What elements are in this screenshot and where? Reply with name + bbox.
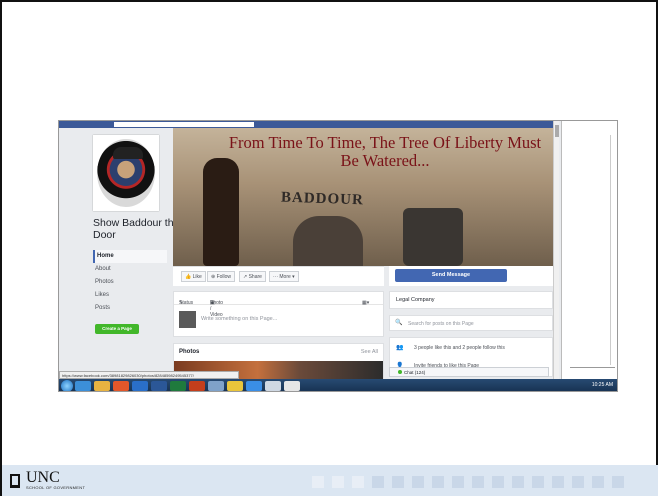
unc-subtitle: SCHOOL OF GOVERNMENT <box>26 485 86 490</box>
old-well-icon <box>10 474 20 488</box>
composer-input[interactable]: Write something on this Page... <box>201 316 277 322</box>
search-icon: 🔍 <box>395 320 403 326</box>
start-button-icon[interactable] <box>61 380 73 391</box>
side-application-pane <box>561 121 617 379</box>
slide: Show Baddour the Door Home About Photos … <box>0 0 658 496</box>
page-title: Show Baddour the Door <box>93 217 180 241</box>
facebook-screenshot: Show Baddour the Door Home About Photos … <box>58 120 618 392</box>
unc-logo: UNC SCHOOL OF GOVERNMENT <box>10 469 86 490</box>
browser-scrollbar[interactable] <box>553 121 559 379</box>
zoom-slider[interactable] <box>570 367 615 375</box>
share-label: Share <box>248 274 262 280</box>
page-category-box: Legal Company <box>389 291 553 309</box>
excel-icon[interactable] <box>170 381 186 391</box>
tab-status-label: Status <box>179 300 194 306</box>
decorative-squares <box>312 476 624 488</box>
cover-child-figure <box>203 158 239 266</box>
profile-picture[interactable] <box>93 135 159 211</box>
more-button[interactable]: ··· More ▾ <box>269 271 299 282</box>
create-page-button[interactable]: Create a Page <box>95 324 139 334</box>
more-label: More <box>279 274 291 280</box>
nav-item-photos[interactable]: Photos <box>93 276 167 289</box>
chrome-icon[interactable] <box>113 381 129 391</box>
facebook-search-input[interactable] <box>114 122 254 127</box>
like-label: Like <box>192 274 202 280</box>
photos-title: Photos <box>179 349 200 355</box>
send-message-button[interactable]: Send Message <box>395 269 507 282</box>
share-button[interactable]: ↗ Share <box>239 271 266 282</box>
profile-hat-shape <box>113 147 143 159</box>
chat-label: Chat (124) <box>404 370 426 375</box>
scrollbar-thumb[interactable] <box>555 125 559 137</box>
cover-sign-text: BADDOUR <box>280 189 365 209</box>
cover-title: From Time To Time, The Tree Of Liberty M… <box>228 133 542 170</box>
unc-wordmark: UNC <box>26 469 60 486</box>
photos-see-all-link[interactable]: See All <box>361 349 378 355</box>
page-nav: Home About Photos Likes Posts <box>93 250 167 315</box>
page-action-bar: 👍 Like ⊕ Follow ↗ Share ··· More ▾ <box>173 266 384 286</box>
like-button[interactable]: 👍 Like <box>181 271 206 282</box>
online-dot-icon <box>398 370 402 374</box>
composer-tabs: ✎ Status ▣ Photo / Video ▦▾ <box>174 292 383 318</box>
chat-bar[interactable]: Chat (124) <box>389 367 549 377</box>
outlook-icon[interactable] <box>132 381 148 391</box>
people-icon: 👥 <box>396 345 404 351</box>
skype-icon[interactable] <box>246 381 262 391</box>
page-category: Legal Company <box>396 297 435 303</box>
nav-item-likes[interactable]: Likes <box>93 289 167 302</box>
app-window-icon[interactable] <box>265 381 281 391</box>
file-explorer-icon[interactable] <box>94 381 110 391</box>
cover-man-figure <box>293 216 363 266</box>
side-pane-scrollbar[interactable] <box>610 135 617 365</box>
post-composer: ✎ Status ▣ Photo / Video ▦▾ Write someth… <box>173 291 384 337</box>
composer-avatar <box>179 311 196 328</box>
notepad-icon[interactable] <box>284 381 300 391</box>
nav-item-home[interactable]: Home <box>93 250 167 263</box>
app-icon[interactable] <box>208 381 224 391</box>
page-post-search-placeholder: Search for posts on this Page <box>408 321 474 327</box>
system-tray-clock[interactable]: 10:25 AM <box>592 382 613 388</box>
internet-explorer-icon[interactable] <box>75 381 91 391</box>
cover-camera-figure <box>403 208 463 266</box>
follow-button[interactable]: ⊕ Follow <box>207 271 236 282</box>
likes-count-text: 3 people like this and 2 people follow t… <box>414 345 505 351</box>
like-icon: 👍 <box>185 274 193 280</box>
powerpoint-icon[interactable] <box>189 381 205 391</box>
cover-photo: From Time To Time, The Tree Of Liberty M… <box>173 128 553 266</box>
nav-item-about[interactable]: About <box>93 263 167 276</box>
follow-label: Follow <box>216 274 232 280</box>
nav-item-posts[interactable]: Posts <box>93 302 167 315</box>
facebook-top-bar <box>59 121 559 128</box>
word-icon[interactable] <box>151 381 167 391</box>
page-post-search[interactable]: 🔍 Search for posts on this Page <box>389 315 553 331</box>
taskbar-apps <box>75 381 300 391</box>
folder-icon[interactable] <box>227 381 243 391</box>
windows-taskbar: 10:25 AM <box>59 379 617 391</box>
status-bar-url: https://www.facebook.com/38981829826030/… <box>59 371 239 379</box>
page-selector-icon: ▦▾ <box>362 300 370 306</box>
chevron-down-icon: ▾ <box>290 274 295 280</box>
